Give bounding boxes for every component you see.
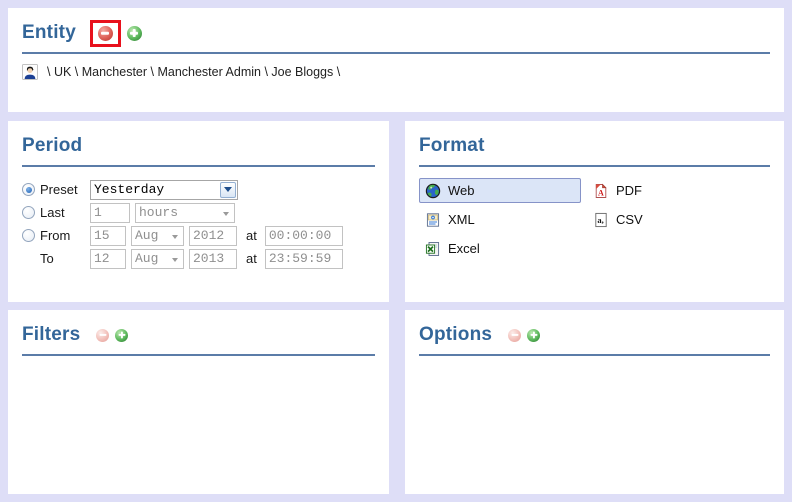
last-radio[interactable] [22,206,35,219]
remove-option-icon[interactable] [508,329,521,342]
format-item-label: Excel [448,241,480,256]
preset-selected-value: Yesterday [94,182,164,197]
svg-text:A: A [598,188,604,197]
options-divider [419,354,770,356]
chevron-down-icon[interactable] [220,182,236,198]
from-label: From [40,228,90,243]
format-item-excel[interactable]: Excel [419,236,491,261]
filters-panel: Filters [8,310,389,494]
from-at-label: at [246,228,257,243]
last-label: Last [40,205,90,220]
svg-text:a,: a, [597,214,603,224]
format-item-label: CSV [616,212,643,227]
period-rows: Preset Yesterday Last hours From Aug [22,178,375,270]
csv-icon: a, [593,212,609,228]
to-year-input[interactable] [189,249,237,269]
entity-panel: Entity \ UK \ Manchester \ Manchester Ad… [8,8,784,112]
from-row: From Aug at [22,224,375,247]
period-panel-title: Period [22,135,82,157]
options-panel: Options [405,310,784,494]
add-option-icon[interactable] [527,329,540,342]
filters-panel-title: Filters [22,324,80,346]
format-title-row: Format [419,131,770,161]
format-panel-title: Format [419,135,485,157]
last-unit-value: hours [139,205,178,220]
chevron-down-icon [223,212,229,216]
last-row: Last hours [22,201,375,224]
chevron-down-icon [172,235,178,239]
format-item-label: PDF [616,183,642,198]
format-item-web[interactable]: Web [419,178,581,203]
from-time-input[interactable] [265,226,343,246]
to-month-select[interactable]: Aug [131,249,184,269]
pdf-icon: A [593,183,609,199]
from-year-input[interactable] [189,226,237,246]
filters-divider [22,354,375,356]
options-title-row: Options [419,320,770,350]
format-item-xml[interactable]: XML [419,207,491,232]
remove-filter-icon[interactable] [96,329,109,342]
from-month-select[interactable]: Aug [131,226,184,246]
preset-select[interactable]: Yesterday [90,180,238,200]
to-time-input[interactable] [265,249,343,269]
entity-panel-title: Entity [22,22,76,44]
xml-icon [425,212,441,228]
to-label: To [40,251,90,266]
add-filter-icon[interactable] [115,329,128,342]
last-value-input[interactable] [90,203,130,223]
preset-radio[interactable] [22,183,35,196]
to-row: To Aug at [22,247,375,270]
globe-icon [425,183,441,199]
preset-label: Preset [40,182,90,197]
to-month-value: Aug [135,251,158,266]
chevron-down-icon [172,258,178,262]
add-entity-icon[interactable] [127,26,142,41]
filters-title-row: Filters [22,320,375,350]
entity-title-row: Entity [22,18,770,48]
format-item-label: XML [448,212,475,227]
format-item-csv[interactable]: a, CSV [587,207,659,232]
breadcrumb[interactable]: \ UK \ Manchester \ Manchester Admin \ J… [47,65,340,79]
format-item-label: Web [448,183,475,198]
options-panel-title: Options [419,324,492,346]
period-divider [22,165,375,167]
from-radio[interactable] [22,229,35,242]
to-day-input[interactable] [90,249,126,269]
from-day-input[interactable] [90,226,126,246]
entity-breadcrumb-row: \ UK \ Manchester \ Manchester Admin \ J… [22,64,770,80]
to-at-label: at [246,251,257,266]
format-panel: Format Web A [405,121,784,302]
excel-icon [425,241,441,257]
user-icon [22,64,38,80]
last-unit-select[interactable]: hours [135,203,235,223]
period-title-row: Period [22,131,375,161]
format-item-pdf[interactable]: A PDF [587,178,659,203]
from-month-value: Aug [135,228,158,243]
annotation-highlight-rectangle [90,20,121,47]
remove-entity-icon[interactable] [98,26,113,41]
format-items-grid: Web A PDF [419,178,770,261]
entity-divider [22,52,770,54]
period-panel: Period Preset Yesterday Last hours From [8,121,389,302]
preset-row: Preset Yesterday [22,178,375,201]
format-divider [419,165,770,167]
